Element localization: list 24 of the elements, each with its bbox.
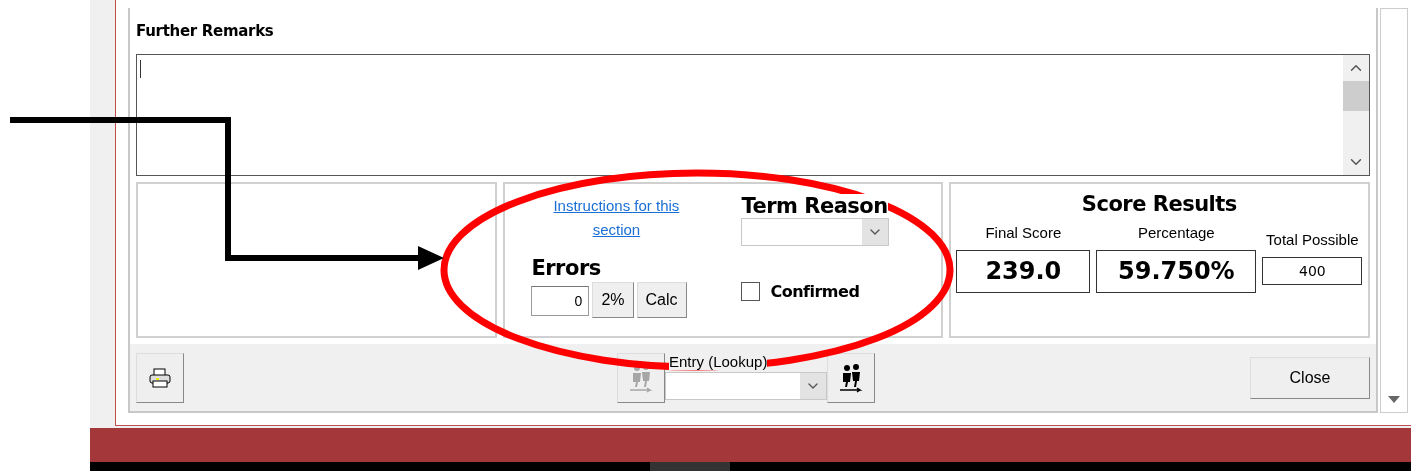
score-label: Total Possible bbox=[1266, 230, 1359, 250]
scrollbar[interactable] bbox=[1343, 55, 1369, 175]
confirmed-checkbox[interactable] bbox=[741, 282, 761, 301]
print-button[interactable] bbox=[136, 353, 184, 403]
remarks-field[interactable] bbox=[136, 54, 1370, 176]
confirmed-label: Confirmed bbox=[770, 282, 860, 301]
next-entry-button[interactable] bbox=[827, 353, 875, 403]
score-label: Percentage bbox=[1137, 223, 1215, 243]
printer-icon bbox=[149, 368, 171, 388]
errors-field[interactable]: 0 bbox=[531, 286, 590, 316]
errors-button[interactable]: 2% bbox=[592, 282, 634, 318]
score-label: Final Score bbox=[985, 223, 1062, 243]
people-icon bbox=[838, 363, 864, 393]
score-value: 239.0 bbox=[956, 250, 1091, 293]
errors-button[interactable]: Calc bbox=[636, 282, 687, 318]
close-button[interactable]: Close bbox=[1250, 357, 1370, 399]
scrollbar[interactable] bbox=[1380, 8, 1408, 413]
score-title: Score Results bbox=[1081, 192, 1237, 216]
score-value: 59.750% bbox=[1096, 250, 1257, 293]
section-title: Further Remarks bbox=[136, 22, 275, 42]
instructions-link[interactable]: Instructions for this section bbox=[531, 194, 702, 242]
entry-label: Entry (Lookup) bbox=[669, 353, 768, 370]
score-value: 400 bbox=[1262, 257, 1363, 285]
scroll-down-icon[interactable] bbox=[1388, 396, 1400, 404]
